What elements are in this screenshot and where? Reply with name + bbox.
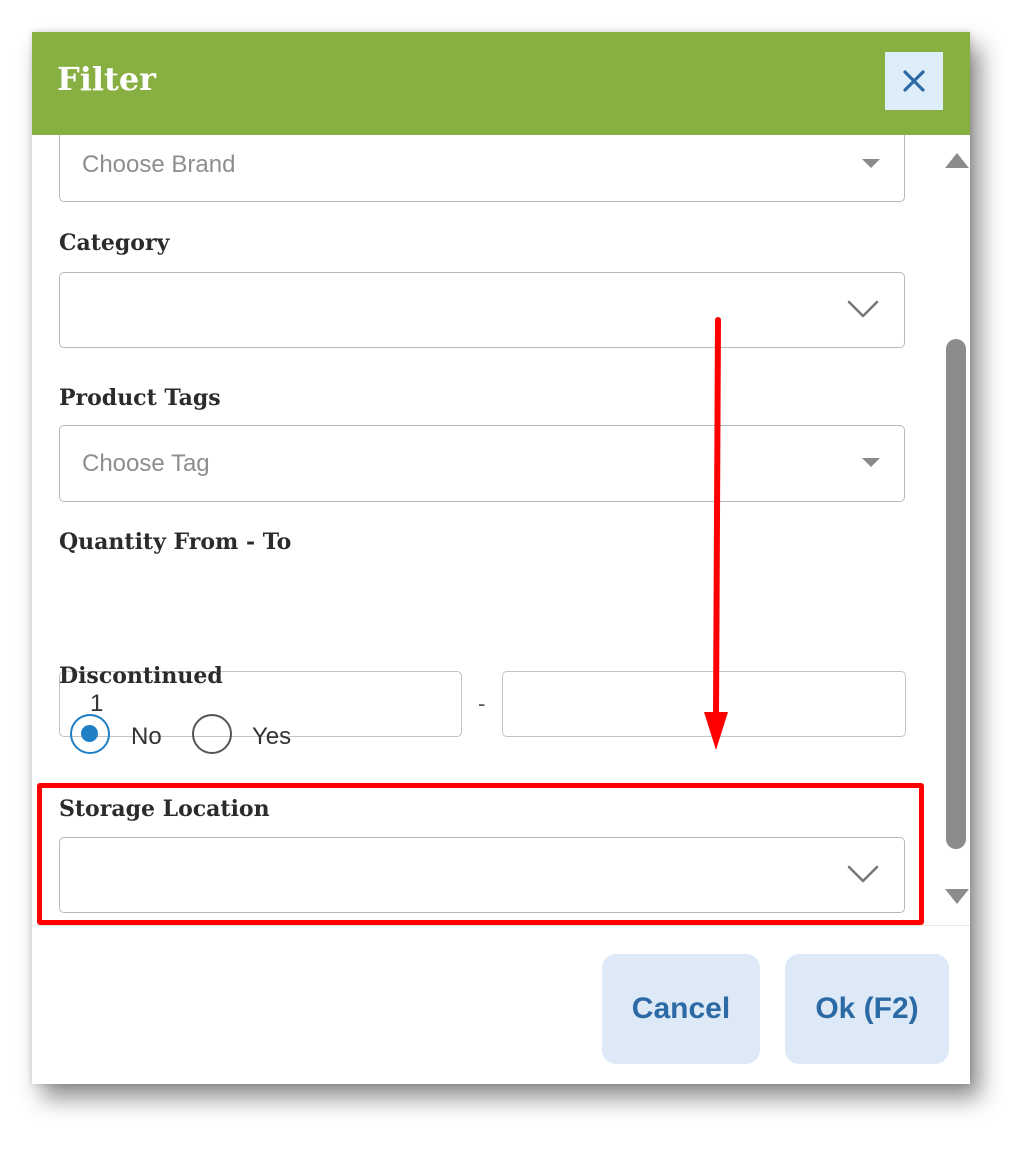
quantity-separator: - (478, 691, 486, 716)
chevron-down-icon (847, 300, 879, 318)
radio-yes[interactable] (192, 714, 232, 754)
footer-divider (32, 925, 970, 926)
scroll-up-arrow-icon[interactable] (945, 153, 969, 168)
caret-down-icon (862, 458, 880, 467)
product-tags-placeholder: Choose Tag (82, 450, 210, 477)
category-label: Category (59, 230, 170, 256)
discontinued-label: Discontinued (59, 663, 223, 689)
storage-location-label: Storage Location (59, 796, 270, 822)
scrollbar-thumb[interactable] (946, 339, 966, 849)
close-icon (903, 70, 925, 92)
product-tags-select[interactable]: Choose Tag (59, 425, 905, 502)
filter-dialog: Filter Choose Brand Category Product Tag… (32, 32, 970, 1084)
radio-no-label[interactable]: No (131, 723, 162, 751)
vertical-scrollbar[interactable] (937, 135, 970, 925)
radio-yes-label[interactable]: Yes (252, 723, 291, 751)
brand-placeholder: Choose Brand (82, 151, 236, 178)
category-select[interactable] (59, 272, 905, 348)
cancel-button[interactable]: Cancel (602, 954, 760, 1064)
dialog-title: Filter (57, 60, 157, 98)
brand-select[interactable]: Choose Brand (59, 135, 905, 202)
scroll-down-arrow-icon[interactable] (945, 889, 969, 904)
radio-no[interactable] (70, 714, 110, 754)
storage-location-select[interactable] (59, 837, 905, 913)
quantity-to-input[interactable] (502, 671, 906, 737)
filter-form: Choose Brand Category Product Tags Choos… (32, 135, 970, 925)
dialog-header: Filter (32, 32, 970, 135)
chevron-down-icon (847, 865, 879, 883)
ok-button[interactable]: Ok (F2) (785, 954, 949, 1064)
product-tags-label: Product Tags (59, 385, 221, 411)
close-button[interactable] (885, 52, 943, 110)
quantity-label: Quantity From - To (59, 529, 292, 555)
caret-down-icon (862, 159, 880, 168)
